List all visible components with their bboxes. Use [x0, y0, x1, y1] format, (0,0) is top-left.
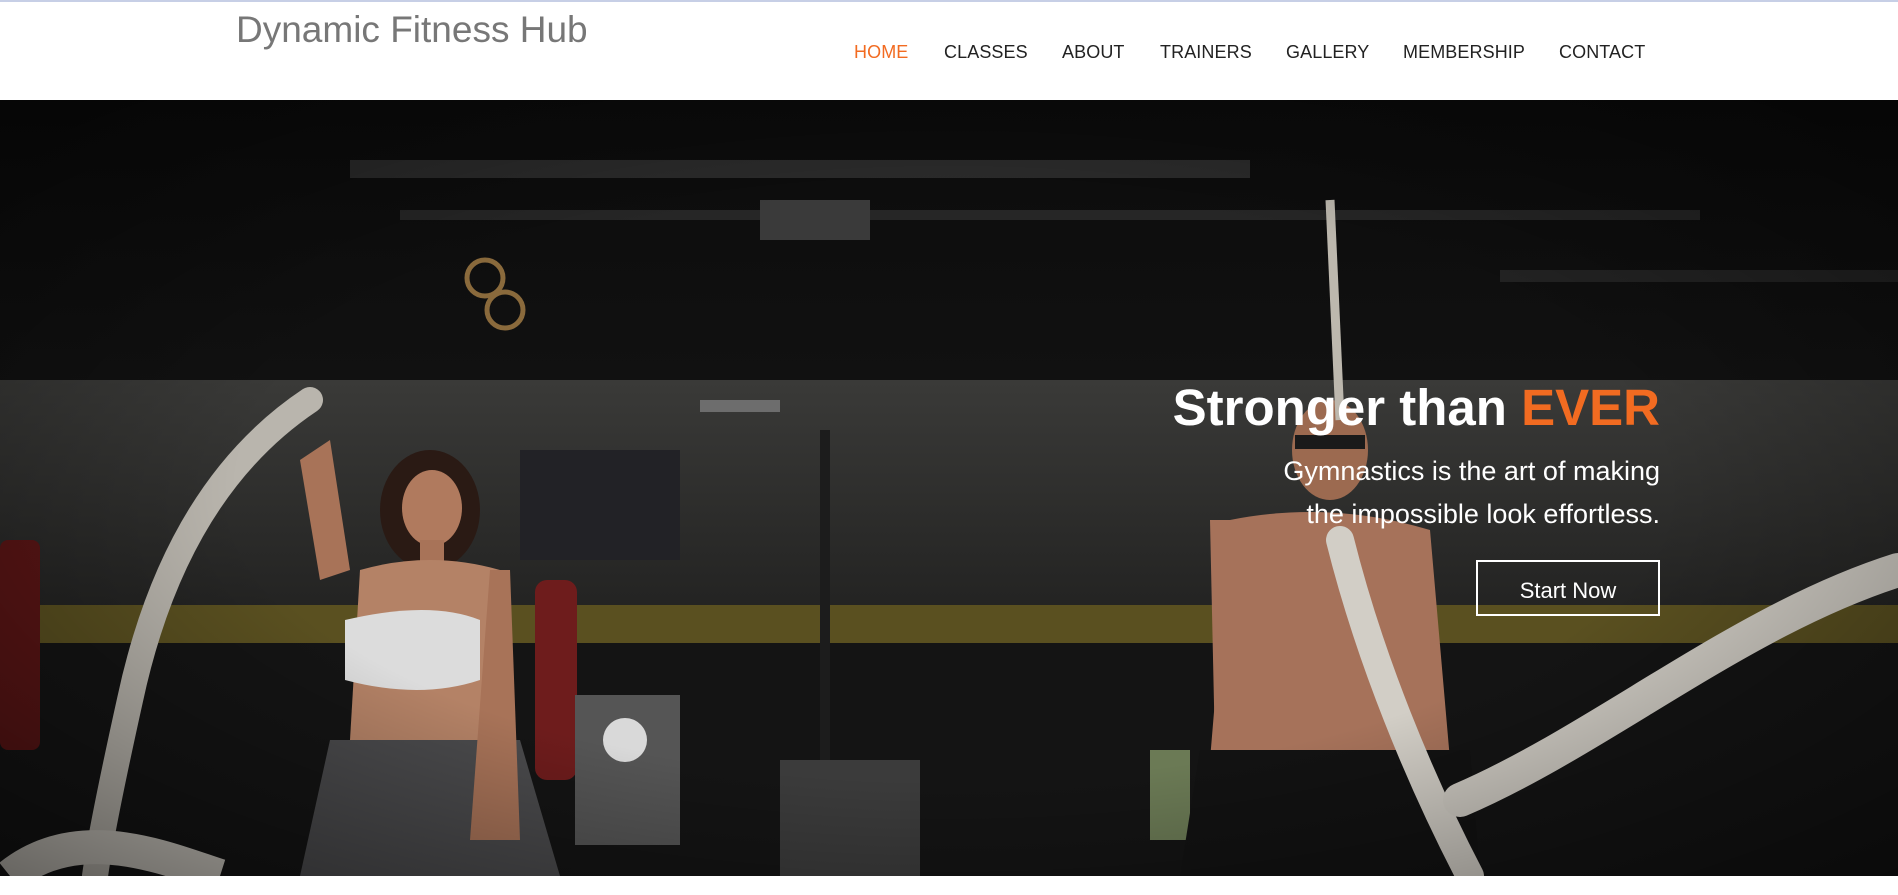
hero-subtitle-line1: Gymnastics is the art of making — [1283, 455, 1660, 486]
nav-item-home[interactable]: HOME — [854, 42, 908, 63]
main-nav: HOME CLASSES ABOUT TRAINERS GALLERY MEMB… — [0, 42, 1898, 66]
nav-item-classes[interactable]: CLASSES — [944, 42, 1028, 63]
start-now-button[interactable]: Start Now — [1476, 559, 1660, 616]
hero-subtitle-line2: the impossible look effortless. — [1306, 498, 1660, 529]
nav-item-trainers[interactable]: TRAINERS — [1160, 42, 1252, 63]
headline-accent: EVER — [1521, 379, 1660, 436]
site-header: Dynamic Fitness Hub HOME CLASSES ABOUT T… — [0, 2, 1898, 100]
headline-main: Stronger than — [1172, 379, 1507, 436]
hero-text-block: Stronger than EVER Gymnastics is the art… — [1173, 379, 1660, 616]
nav-item-about[interactable]: ABOUT — [1062, 42, 1125, 63]
hero-headline: Stronger than EVER — [1173, 379, 1660, 438]
nav-item-membership[interactable]: MEMBERSHIP — [1403, 42, 1525, 63]
hero-banner: Stronger than EVER Gymnastics is the art… — [0, 100, 1898, 876]
nav-item-gallery[interactable]: GALLERY — [1286, 42, 1369, 63]
page-bottom-strip — [0, 876, 1898, 895]
nav-item-contact[interactable]: CONTACT — [1559, 42, 1645, 63]
hero-subtitle: Gymnastics is the art of making the impo… — [1173, 450, 1660, 536]
